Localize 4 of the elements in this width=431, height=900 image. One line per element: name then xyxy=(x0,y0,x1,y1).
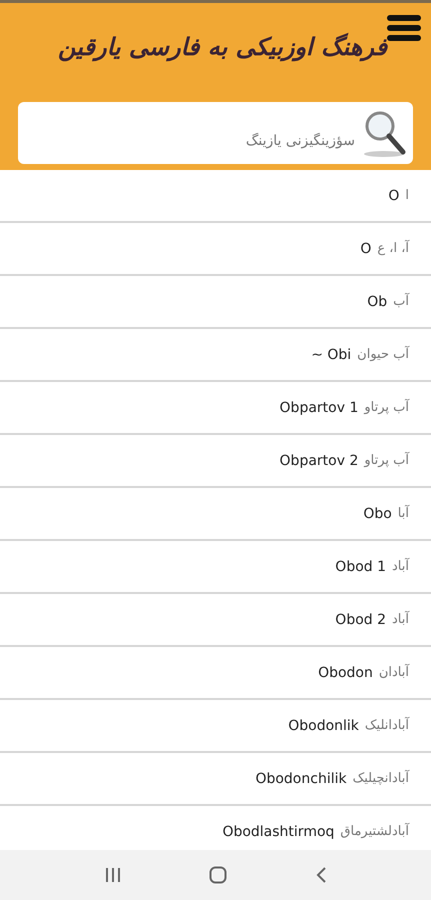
home-icon[interactable] xyxy=(209,866,228,884)
back-icon[interactable] xyxy=(315,867,328,883)
recent-apps-icon[interactable] xyxy=(104,867,122,883)
app-title: فرهنگ اوزبیکی به فارسی یارقین xyxy=(58,33,388,61)
